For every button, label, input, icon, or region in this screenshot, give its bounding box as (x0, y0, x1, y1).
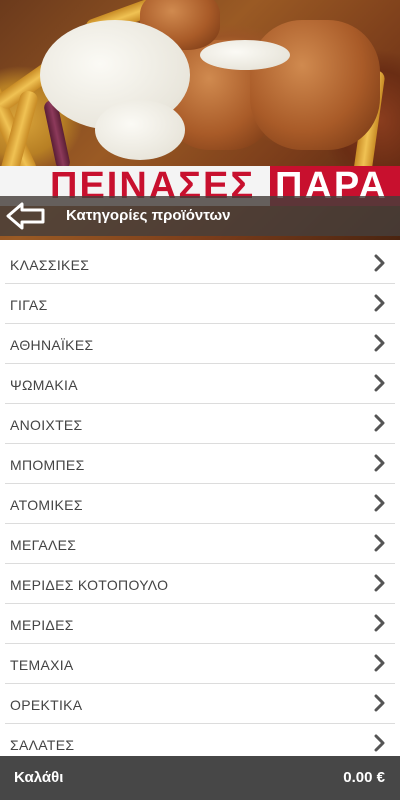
category-label: ΨΩΜΑΚΙΑ (10, 377, 78, 393)
category-row[interactable]: ΟΡΕΚΤΙΚΑ (5, 684, 395, 724)
chevron-right-icon (374, 414, 385, 432)
category-label: ΜΕΓΑΛΕΣ (10, 537, 77, 553)
back-button[interactable] (4, 198, 48, 234)
category-label: ΜΕΡΙΔΕΣ (10, 617, 74, 633)
chevron-right-icon (374, 494, 385, 512)
category-label: ΚΛΑΣΣΙΚΕΣ (10, 257, 90, 273)
category-row[interactable]: ΜΕΡΙΔΕΣ (5, 604, 395, 644)
category-label: ΑΘΗΝΑΪΚΕΣ (10, 337, 94, 353)
category-list: ΚΛΑΣΣΙΚΕΣ ΓΙΓΑΣ ΑΘΗΝΑΪΚΕΣ ΨΩΜΑΚΙΑ ΑΝΟΙΧΤΕΣ ΜΠ… (5, 244, 395, 756)
chevron-right-icon (374, 614, 385, 632)
category-row[interactable]: ΑΤΟΜΙΚΕΣ (5, 484, 395, 524)
category-label: ΤΕΜΑΧΙΑ (10, 657, 74, 673)
category-label: ΜΕΡΙΔΕΣ ΚΟΤΟΠΟΥΛΟ (10, 577, 169, 593)
category-label: ΜΠΟΜΠΕΣ (10, 457, 85, 473)
category-row[interactable]: ΓΙΓΑΣ (5, 284, 395, 324)
cart-label: Καλάθι (14, 769, 64, 786)
category-label: ΟΡΕΚΤΙΚΑ (10, 697, 83, 713)
category-row[interactable]: ΑΝΟΙΧΤΕΣ (5, 404, 395, 444)
category-row[interactable]: ΜΕΓΑΛΕΣ (5, 524, 395, 564)
chevron-right-icon (374, 454, 385, 472)
category-label: ΑΤΟΜΙΚΕΣ (10, 497, 83, 513)
category-row[interactable]: ΜΕΡΙΔΕΣ ΚΟΤΟΠΟΥΛΟ (5, 564, 395, 604)
category-label: ΑΝΟΙΧΤΕΣ (10, 417, 83, 433)
arrow-left-icon (6, 202, 45, 230)
category-row[interactable]: ΨΩΜΑΚΙΑ (5, 364, 395, 404)
header-bar: Κατηγορίες προϊόντων (0, 196, 400, 236)
chevron-right-icon (374, 574, 385, 592)
cart-total: 0.00 € (343, 769, 385, 786)
category-row[interactable]: ΑΘΗΝΑΪΚΕΣ (5, 324, 395, 364)
tzatziki-decoration (95, 100, 185, 160)
chevron-right-icon (374, 254, 385, 272)
chevron-right-icon (374, 294, 385, 312)
chevron-right-icon (374, 374, 385, 392)
category-row[interactable]: ΤΕΜΑΧΙΑ (5, 644, 395, 684)
chevron-right-icon (374, 654, 385, 672)
category-label: ΓΙΓΑΣ (10, 297, 48, 313)
category-row[interactable]: ΚΛΑΣΣΙΚΕΣ (5, 244, 395, 284)
chevron-right-icon (374, 534, 385, 552)
chevron-right-icon (374, 694, 385, 712)
cart-bar[interactable]: Καλάθι 0.00 € (0, 756, 400, 800)
meat-decoration (250, 20, 380, 150)
chevron-right-icon (374, 734, 385, 752)
category-row[interactable]: ΜΠΟΜΠΕΣ (5, 444, 395, 484)
chevron-right-icon (374, 334, 385, 352)
page-title: Κατηγορίες προϊόντων (66, 207, 231, 224)
category-label: ΣΑΛΑΤΕΣ (10, 737, 75, 753)
hero-banner: ΠΕΙΝΑΣΕΣ ; ΠΑΡΑ Κατηγορίες προϊόντων (0, 0, 400, 240)
tzatziki-decoration (200, 40, 290, 70)
category-row[interactable]: ΣΑΛΑΤΕΣ (5, 724, 395, 756)
